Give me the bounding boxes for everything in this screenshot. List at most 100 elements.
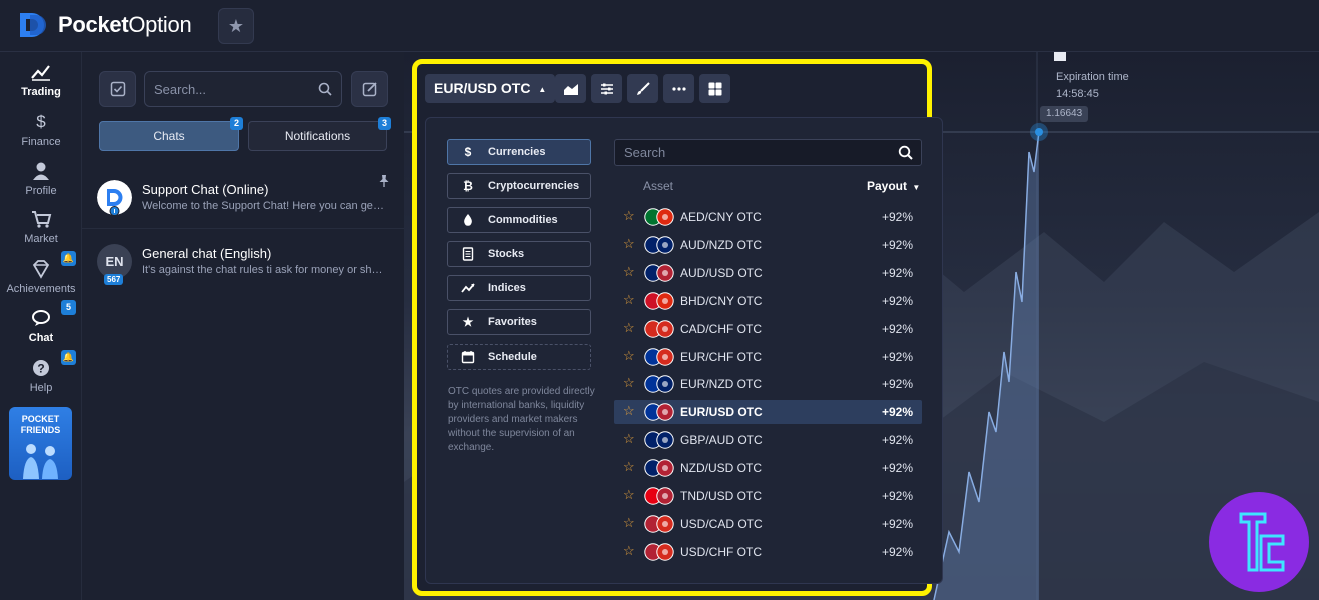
nav-item-achievements[interactable]: 🔔 Achievements xyxy=(0,251,82,295)
favorites-button[interactable]: ★ xyxy=(218,8,254,44)
chat-title: General chat (English) xyxy=(142,246,272,261)
category-favorites[interactable]: ★ Favorites xyxy=(447,309,591,335)
asset-row[interactable]: ☆ USD/CHF OTC +92% xyxy=(614,540,922,564)
asset-row[interactable]: ☆ BHD/CNY OTC +92% xyxy=(614,289,922,313)
asset-row[interactable]: ☆ AED/CNY OTC +92% xyxy=(614,205,922,229)
asset-row[interactable]: ☆ EUR/CHF OTC +92% xyxy=(614,345,922,369)
tab-notifications[interactable]: Notifications 3 xyxy=(248,117,391,151)
pin-icon[interactable] xyxy=(378,174,390,188)
favorite-star-icon[interactable]: ☆ xyxy=(623,404,635,418)
asset-pair-name: GBP/AUD OTC xyxy=(680,433,763,448)
favorite-star-icon[interactable]: ☆ xyxy=(623,432,635,446)
asset-row[interactable]: ☆ AUD/USD OTC +92% xyxy=(614,261,922,285)
nav-item-finance[interactable]: $ Finance xyxy=(0,112,82,148)
tab-label: Notifications xyxy=(284,129,351,143)
category-label: Indices xyxy=(488,282,526,294)
chat-search[interactable] xyxy=(144,71,342,107)
favorite-star-icon[interactable]: ☆ xyxy=(623,515,635,530)
column-header-payout[interactable]: Payout ▼ xyxy=(867,179,920,193)
tab-chats[interactable]: Chats 2 xyxy=(99,117,243,151)
category-indices[interactable]: Indices xyxy=(447,275,591,301)
category-commodities[interactable]: Commodities xyxy=(447,207,591,233)
current-price-tag: 1.16643 xyxy=(1040,106,1089,122)
currency-flags-icon xyxy=(644,543,674,561)
asset-payout: +92% xyxy=(881,349,913,364)
caret-up-icon: ▲ xyxy=(538,84,547,94)
favorite-star-icon[interactable]: ☆ xyxy=(623,236,635,251)
favorite-star-icon[interactable]: ☆ xyxy=(623,488,635,502)
favorite-star-icon[interactable]: ☆ xyxy=(623,348,635,363)
favorite-star-icon[interactable]: ☆ xyxy=(623,376,635,390)
asset-search[interactable] xyxy=(614,139,922,166)
nav-label: Trading xyxy=(21,86,61,98)
currency-flags-icon xyxy=(644,459,674,477)
logo-icon xyxy=(20,13,46,37)
search-icon[interactable] xyxy=(318,82,332,96)
favorite-star-icon[interactable]: ☆ xyxy=(623,460,635,474)
nav-label: Market xyxy=(24,233,58,245)
nav-item-chat[interactable]: 5 Chat xyxy=(0,300,82,344)
nav-item-profile[interactable]: Profile xyxy=(0,161,82,197)
nav-item-trading[interactable]: Trading xyxy=(0,62,82,98)
people-illustration-icon xyxy=(23,444,58,479)
more-options-button[interactable] xyxy=(663,74,694,103)
select-chats-button[interactable] xyxy=(99,71,136,107)
brand-logo[interactable]: PocketOption xyxy=(18,11,192,39)
dollar-icon: $ xyxy=(464,145,472,159)
search-icon[interactable] xyxy=(898,145,913,160)
asset-row[interactable]: ☆ EUR/USD OTC +92% xyxy=(614,400,922,425)
drawing-button[interactable] xyxy=(627,74,658,103)
asset-row[interactable]: ☆ AUD/NZD OTC +92% xyxy=(614,233,922,257)
currency-flags-icon xyxy=(644,236,674,254)
category-stocks[interactable]: Stocks xyxy=(447,241,591,267)
column-header-asset[interactable]: Asset xyxy=(643,179,673,193)
member-count-badge: 567 xyxy=(104,274,124,285)
nav-item-help[interactable]: 🔔 ? Help xyxy=(0,350,82,394)
asset-pair-name: AED/CNY OTC xyxy=(680,210,762,224)
expiration-time: 14:58:45 xyxy=(1056,88,1099,100)
favorite-star-icon[interactable]: ☆ xyxy=(623,209,635,223)
category-label: Commodities xyxy=(488,214,558,226)
currency-flags-icon xyxy=(644,431,674,449)
chart-line-icon xyxy=(31,65,50,81)
category-schedule[interactable]: Schedule xyxy=(447,344,591,370)
asset-row[interactable]: ☆ NZD/USD OTC +92% xyxy=(614,456,922,480)
category-cryptocurrencies[interactable]: ₿ Cryptocurrencies xyxy=(447,173,591,199)
currency-flags-icon xyxy=(644,515,674,533)
tab-badge: 2 xyxy=(230,117,243,130)
chart-type-button[interactable] xyxy=(555,74,586,103)
pocket-friends-promo[interactable]: POCKET FRIENDS xyxy=(9,407,72,480)
favorite-star-icon[interactable]: ☆ xyxy=(623,320,635,335)
nav-label: Chat xyxy=(28,332,54,344)
currency-flags-icon xyxy=(644,403,674,421)
new-chat-button[interactable] xyxy=(351,71,388,107)
favorite-star-icon[interactable]: ☆ xyxy=(623,264,635,279)
indicators-button[interactable] xyxy=(591,74,622,103)
favorite-star-icon[interactable]: ☆ xyxy=(623,543,635,558)
chat-item-general[interactable]: EN 567 General chat (English) It's again… xyxy=(82,238,404,302)
svg-text:?: ? xyxy=(37,362,44,376)
asset-pair-name: EUR/CHF OTC xyxy=(680,349,762,364)
asset-pair-name: BHD/CNY OTC xyxy=(680,293,763,308)
nav-label: Achievements xyxy=(6,283,76,295)
asset-row[interactable]: ☆ TND/USD OTC +92% xyxy=(614,484,922,508)
asset-payout: +92% xyxy=(881,377,913,392)
asset-selector-button[interactable]: EUR/USD OTC ▲ xyxy=(425,74,556,103)
tab-label: Chats xyxy=(153,129,185,143)
asset-row[interactable]: ☆ GBP/AUD OTC +92% xyxy=(614,428,922,452)
category-label: Currencies xyxy=(488,146,546,158)
sliders-icon xyxy=(600,83,613,94)
asset-row[interactable]: ☆ EUR/NZD OTC +92% xyxy=(614,372,922,396)
asset-row[interactable]: ☆ CAD/CHF OTC +92% xyxy=(614,317,922,341)
grid-icon xyxy=(708,82,721,95)
category-currencies[interactable]: $ Currencies xyxy=(447,139,591,165)
layout-button[interactable] xyxy=(699,74,730,103)
chat-search-input[interactable] xyxy=(145,72,315,106)
favorite-star-icon[interactable]: ☆ xyxy=(623,292,635,307)
checkbox-icon xyxy=(110,81,125,97)
asset-row[interactable]: ☆ USD/CAD OTC +92% xyxy=(614,512,922,536)
nav-item-market[interactable]: Market xyxy=(0,209,82,245)
asset-payout: +92% xyxy=(881,293,913,308)
asset-pair-name: USD/CHF OTC xyxy=(680,544,762,559)
asset-search-input[interactable] xyxy=(615,140,885,165)
